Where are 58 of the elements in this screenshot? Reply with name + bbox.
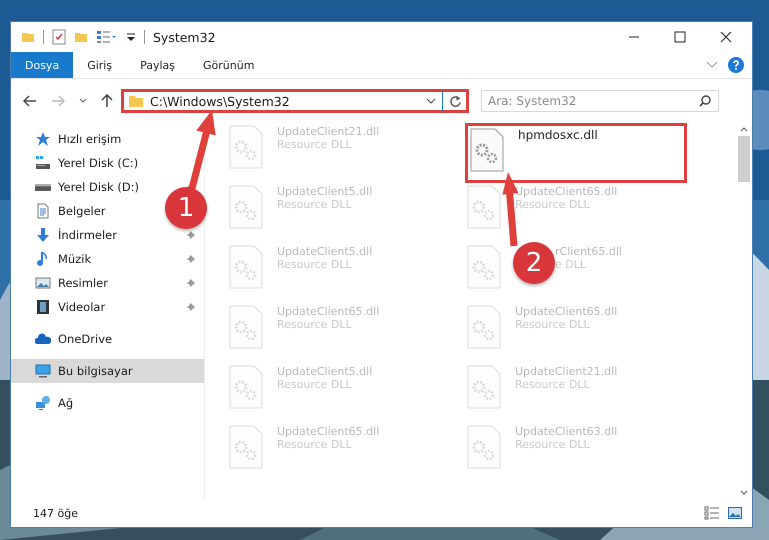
drive-icon: [35, 155, 51, 171]
sidebar-item[interactable]: İndirmeler: [11, 223, 121, 247]
pin-icon[interactable]: [185, 254, 196, 264]
close-icon[interactable]: [720, 31, 732, 43]
sidebar-item[interactable]: Bu bilgisayar: [11, 359, 204, 383]
star-icon: [35, 131, 51, 147]
sidebar-item[interactable]: Videolar: [11, 295, 110, 319]
sidebar-item[interactable]: Yerel Disk (D:): [11, 175, 144, 199]
search-field[interactable]: Ara: System32: [481, 90, 719, 112]
film-icon: [35, 299, 51, 315]
sidebar-item[interactable]: OneDrive: [11, 327, 116, 351]
folder-icon[interactable]: [74, 30, 88, 44]
gear-file-icon[interactable]: [470, 128, 504, 172]
sidebar-item[interactable]: Ağ: [11, 391, 78, 415]
back-icon[interactable]: [23, 95, 37, 107]
folder-icon: [128, 93, 144, 109]
sidebar-item[interactable]: Yerel Disk (C:): [11, 151, 142, 175]
sidebar-item[interactable]: Hızlı erişim: [11, 127, 126, 151]
details-view-icon[interactable]: [704, 506, 720, 520]
maximize-icon[interactable]: [674, 31, 686, 43]
item-count: 147 öğe: [33, 506, 78, 520]
pin-icon[interactable]: [185, 302, 196, 312]
address-path: C:\Windows\System32: [150, 94, 291, 108]
recent-dropdown-icon[interactable]: [79, 98, 87, 104]
ribbon-tab[interactable]: Paylaş: [126, 52, 189, 78]
scrollbar-thumb[interactable]: [738, 136, 750, 182]
ribbon-tab[interactable]: Dosya: [11, 52, 74, 78]
search-icon: [699, 95, 711, 107]
address-bar[interactable]: C:\Windows\System32: [121, 89, 469, 113]
network-icon: [35, 395, 51, 411]
window-title: System32: [153, 30, 216, 44]
dropdown-icon[interactable]: [126, 31, 136, 43]
sidebar-item[interactable]: Resimler: [11, 271, 112, 295]
up-icon[interactable]: [101, 94, 113, 108]
download-icon: [35, 227, 51, 243]
cloud-icon: [35, 331, 51, 347]
file-name[interactable]: hpmdosxc.dll: [518, 128, 598, 142]
sidebar-item[interactable]: Müzik: [11, 247, 96, 271]
forward-icon[interactable]: [51, 95, 65, 107]
large-icons-view-icon[interactable]: [728, 507, 742, 519]
ribbon-tab[interactable]: Giriş: [73, 52, 126, 78]
refresh-icon[interactable]: [449, 94, 462, 108]
checklist-icon[interactable]: [52, 29, 66, 45]
pin-icon[interactable]: [185, 278, 196, 288]
sidebar-item[interactable]: Belgeler: [11, 199, 110, 223]
properties-icon[interactable]: [96, 30, 118, 44]
monitor-icon: [35, 363, 51, 379]
scroll-down-icon[interactable]: [740, 490, 748, 495]
help-icon[interactable]: [728, 57, 744, 73]
document-icon: [35, 203, 51, 219]
chevron-down-icon[interactable]: [426, 98, 436, 104]
picture-icon: [35, 275, 51, 291]
pin-icon[interactable]: [185, 230, 196, 240]
file-item[interactable]: hpmdosxc.dll: [465, 123, 687, 183]
folder-icon[interactable]: [21, 30, 35, 44]
scroll-up-icon[interactable]: [740, 127, 748, 132]
ribbon-tab[interactable]: Görünüm: [189, 52, 268, 78]
drive-icon: [35, 184, 51, 190]
